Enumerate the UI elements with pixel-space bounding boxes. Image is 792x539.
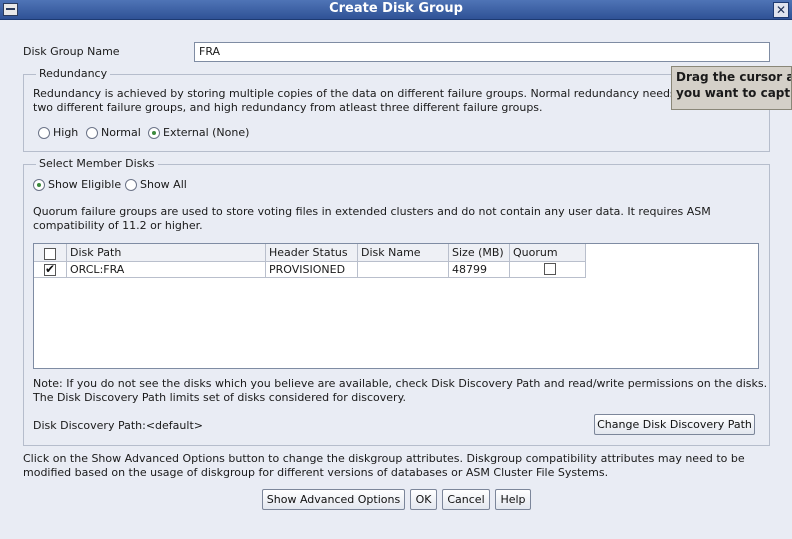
redundancy-description-line2: two different failure groups, and high r… [33, 101, 543, 114]
column-header-size[interactable]: Size (MB) [449, 244, 510, 262]
column-header-header-status[interactable]: Header Status [266, 244, 358, 262]
window-title: Create Disk Group [329, 1, 463, 16]
radio-selected-icon [33, 179, 45, 191]
radio-circle-icon [86, 127, 98, 139]
select-all-checkbox[interactable] [44, 248, 56, 260]
column-header-quorum[interactable]: Quorum [510, 244, 586, 262]
radio-circle-icon [38, 127, 50, 139]
tooltip-line2: you want to captur [676, 86, 792, 100]
show-eligible-radio[interactable]: Show Eligible [33, 178, 121, 191]
show-all-radio[interactable]: Show All [125, 178, 187, 191]
row-checkbox[interactable] [44, 262, 56, 277]
quorum-note-line1: Quorum failure groups are used to store … [33, 205, 711, 218]
help-button[interactable]: Help [495, 489, 531, 510]
cancel-button[interactable]: Cancel [442, 489, 490, 510]
show-advanced-options-button[interactable]: Show Advanced Options [262, 489, 405, 510]
ok-button[interactable]: OK [410, 489, 437, 510]
radio-label: Normal [101, 126, 141, 139]
radio-label: Show All [140, 178, 187, 191]
radio-label: High [53, 126, 79, 139]
redundancy-legend: Redundancy [36, 67, 111, 80]
quorum-cell[interactable] [510, 262, 586, 278]
tooltip-line1: Drag the cursor ar [676, 70, 792, 84]
radio-label: External (None) [163, 126, 250, 139]
disk-group-name-input[interactable]: FRA [194, 42, 770, 62]
disk-name-cell[interactable] [358, 262, 449, 278]
redundancy-high-radio[interactable]: High [38, 126, 78, 139]
change-discovery-path-button[interactable]: Change Disk Discovery Path [594, 414, 755, 435]
member-disks-legend: Select Member Disks [36, 157, 158, 170]
redundancy-normal-radio[interactable]: Normal [86, 126, 141, 139]
close-button[interactable]: ✕ [773, 2, 789, 18]
discovery-note-line2: The Disk Discovery Path limits set of di… [33, 391, 407, 404]
quorum-checkbox[interactable] [544, 262, 556, 275]
redundancy-description-line1: Redundancy is achieved by storing multip… [33, 87, 695, 100]
header-status-cell[interactable]: PROVISIONED [266, 262, 358, 278]
radio-label: Show Eligible [48, 178, 122, 191]
radio-circle-icon [125, 179, 137, 191]
discovery-note-line1: Note: If you do not see the disks which … [33, 377, 768, 390]
footer-info-line1: Click on the Show Advanced Options butto… [23, 452, 745, 465]
column-header-disk-name[interactable]: Disk Name [358, 244, 449, 262]
column-header-disk-path[interactable]: Disk Path [67, 244, 266, 262]
disk-group-name-label: Disk Group Name [23, 45, 120, 58]
redundancy-external-radio[interactable]: External (None) [148, 126, 249, 139]
disk-path-cell[interactable]: ORCL:FRA [67, 262, 266, 278]
radio-selected-icon [148, 127, 160, 139]
title-bar: Create Disk Group ✕ [0, 0, 792, 20]
size-cell[interactable]: 48799 [449, 262, 510, 278]
disk-discovery-path-label: Disk Discovery Path:<default> [33, 419, 203, 432]
table-row-select-cell[interactable] [34, 262, 67, 278]
quorum-note-line2: compatibility of 11.2 or higher. [33, 219, 203, 232]
capture-tooltip: Drag the cursor ar you want to captur [671, 66, 792, 110]
disk-table[interactable]: Disk Path Header Status Disk Name Size (… [33, 243, 759, 369]
footer-info-line2: modified based on the usage of diskgroup… [23, 466, 609, 479]
select-all-header[interactable] [34, 244, 67, 262]
